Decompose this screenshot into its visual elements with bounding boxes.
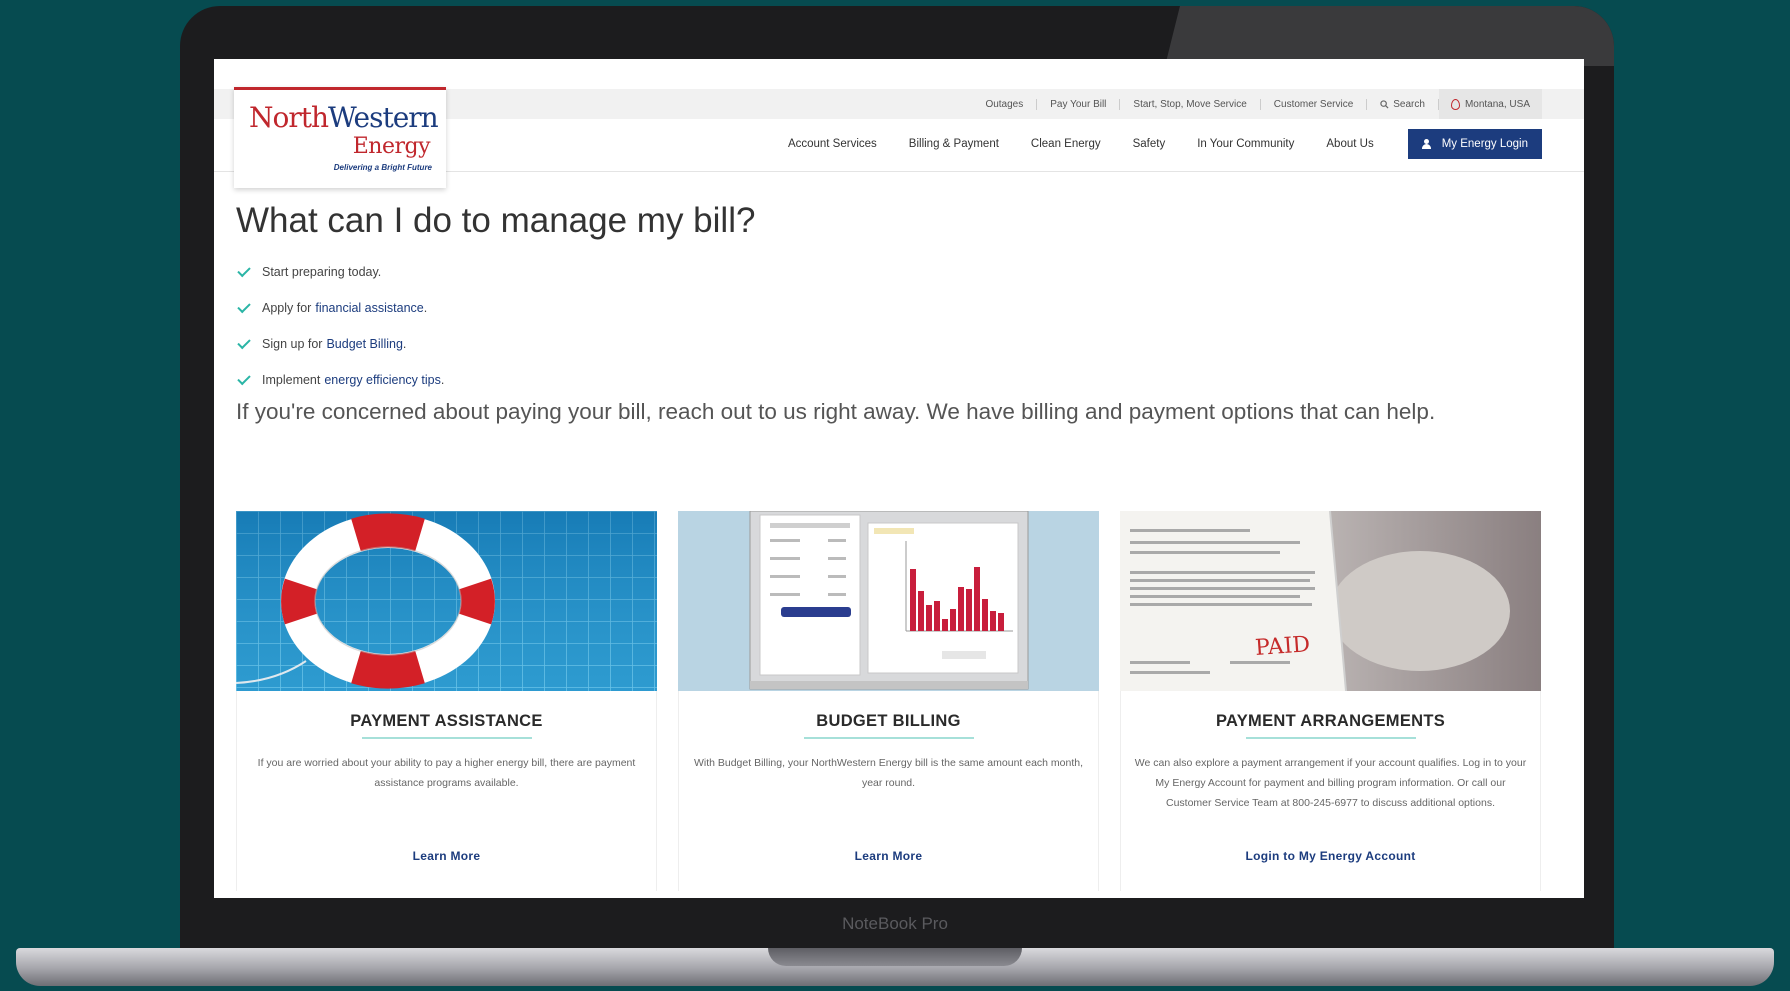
financial-assistance-link[interactable]: financial assistance [315,301,423,315]
login-label: My Energy Login [1441,138,1528,150]
browser-screen: Outages Pay Your Bill Start, Stop, Move … [214,59,1584,898]
login-account-link[interactable]: Login to My Energy Account [1120,849,1541,863]
user-icon [1421,139,1436,149]
page-title: What can I do to manage my bill? [236,201,756,240]
concern-paragraph: If you're concerned about paying your bi… [236,399,1436,424]
nav-community[interactable]: In Your Community [1181,138,1310,150]
learn-more-link[interactable]: Learn More [678,849,1099,863]
northwestern-logo[interactable]: NorthWestern Energy Delivering a Bright … [234,87,446,188]
card-payment-arrangements: PAID PAYMENT ARRANGEMENTS We can also ex… [1120,511,1541,891]
search-button[interactable]: Search [1367,98,1439,110]
list-item: Sign up for Budget Billing. [236,326,444,362]
start-stop-link[interactable]: Start, Stop, Move Service [1120,98,1261,110]
paid-stamp: PAID [1254,632,1311,661]
paid-bill-image: PAID [1120,511,1541,691]
card-budget-billing: BUDGET BILLING With Budget Billing, your… [678,511,1099,891]
nav-about[interactable]: About Us [1310,138,1389,150]
logo-wordmark: NorthWestern [249,101,439,134]
device-label: NoteBook Pro [842,914,948,933]
efficiency-tips-link[interactable]: energy efficiency tips [324,373,441,387]
search-label: Search [1393,98,1425,110]
nav-billing-payment[interactable]: Billing & Payment [893,138,1015,150]
checkmark-icon [237,299,251,313]
title-underline [803,737,974,739]
logo-energy: Energy [352,134,431,159]
lid-glare [1165,6,1614,66]
card-description: If you are worried about your ability to… [257,757,636,789]
checkmark-icon [237,371,251,385]
outages-link[interactable]: Outages [972,98,1038,110]
budget-chart-image [678,511,1099,691]
utility-links: Outages Pay Your Bill Start, Stop, Move … [972,89,1542,119]
card-title: BUDGET BILLING [816,712,961,730]
card-description: We can also explore a payment arrangemen… [1134,757,1527,809]
checkmark-icon [237,335,251,349]
card-description: With Budget Billing, your NorthWestern E… [693,757,1084,789]
location-selector[interactable]: Montana, USA [1438,89,1542,119]
card-title: PAYMENT ASSISTANCE [350,712,543,730]
location-pin-icon [1450,98,1460,110]
search-icon [1380,99,1389,109]
budget-billing-link[interactable]: Budget Billing [326,337,402,351]
location-label: Montana, USA [1464,98,1530,110]
pay-bill-link[interactable]: Pay Your Bill [1037,98,1121,110]
options-cards: PAYMENT ASSISTANCE If you are worried ab… [236,511,1561,898]
tips-list: Start preparing today. Apply for financia… [236,254,444,398]
card-payment-assistance: PAYMENT ASSISTANCE If you are worried ab… [236,511,657,891]
learn-more-link[interactable]: Learn More [236,849,657,863]
customer-service-link[interactable]: Customer Service [1261,98,1368,110]
lifebuoy-image [236,511,657,691]
logo-tagline: Delivering a Bright Future [333,163,432,172]
main-nav: Account Services Billing & Payment Clean… [772,129,1542,159]
energy-login-button[interactable]: My Energy Login [1407,129,1542,159]
title-underline [361,737,532,739]
checkmark-icon [237,263,251,277]
nav-safety[interactable]: Safety [1117,138,1182,150]
list-item: Start preparing today. [236,254,444,290]
nav-account-services[interactable]: Account Services [772,138,893,150]
nav-clean-energy[interactable]: Clean Energy [1015,138,1117,150]
title-underline [1245,737,1416,739]
list-item: Apply for financial assistance. [236,290,444,326]
laptop-notch [768,948,1022,966]
card-title: PAYMENT ARRANGEMENTS [1215,712,1446,730]
